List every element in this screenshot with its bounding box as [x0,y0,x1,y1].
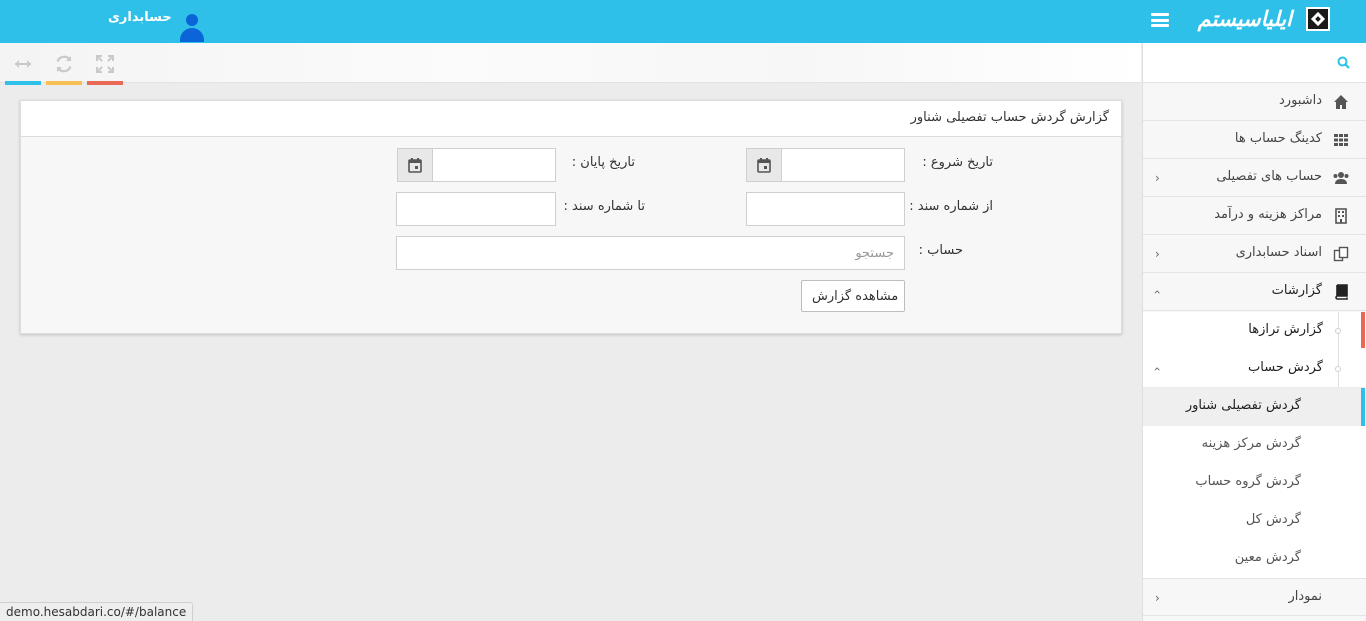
hamburger-line [1151,24,1169,27]
page-title: گزارش گردش حساب تفصیلی شناور [910,110,1109,125]
hamburger-line [1151,13,1169,16]
search-icon[interactable] [1337,56,1350,69]
menu-toggle-button[interactable] [1151,13,1169,27]
brand-logo[interactable]: ایلیاسیستم [1198,4,1330,38]
sidebar-item-accounting-docs[interactable]: اسناد حسابداری › [1143,235,1366,273]
chevron-left-icon: › [1155,591,1160,605]
expand-color-bar [87,81,123,85]
browser-status-url: demo.hesabdari.co/#/balance [0,602,194,621]
active-indicator [1361,388,1365,426]
sidebar-item-label: گردش تفصیلی شناور [1185,398,1301,413]
end-date-label: تاریخ پایان : [571,155,635,170]
chevron-left-icon: › [1155,247,1160,261]
start-date-label: تاریخ شروع : [922,155,993,170]
sidebar-item-general-turnover[interactable]: گردش کل [1143,502,1366,540]
sidebar-item-detailed-accounts[interactable]: حساب های تفصیلی › [1143,159,1366,197]
accent-indicator-red [1361,312,1365,348]
sidebar-item-floating-detailed-turnover[interactable]: گردش تفصیلی شناور [1143,388,1366,426]
sidebar-item-label: مراکز هزینه و درآمد [1214,207,1322,222]
sidebar-search-input[interactable] [1149,49,1329,77]
calendar-icon [408,158,422,173]
resize-button[interactable] [5,51,41,85]
from-doc-number-input[interactable] [746,192,905,226]
sidebar-item-account-group-turnover[interactable]: گردش گروه حساب [1143,464,1366,502]
brand-name: ایلیاسیستم [1197,6,1293,31]
sidebar-item-label: گزارش ترازها [1248,322,1323,337]
sidebar-item-balance-report[interactable]: گزارش ترازها [1143,312,1366,350]
sidebar-item-label: گزارشات [1271,283,1322,298]
resize-color-bar [5,81,41,85]
hamburger-line [1151,18,1169,22]
sidebar-item-account-turnover[interactable]: گردش حساب ‹ [1143,350,1366,388]
grid-icon [1334,134,1348,146]
refresh-color-bar [46,81,82,85]
sidebar-item-cost-center-turnover[interactable]: گردش مرکز هزینه [1143,426,1366,464]
sidebar-item-label: حساب های تفصیلی [1216,169,1322,184]
copy-icon [1333,246,1349,262]
reports-submenu: گزارش ترازها گردش حساب ‹ گردش تفصیلی شنا… [1143,312,1366,578]
users-icon [1333,172,1349,184]
sidebar-item-chart[interactable]: نمودار › [1143,578,1366,616]
user-avatar-icon[interactable] [179,14,205,42]
sidebar-item-reports[interactable]: گزارشات ‹ [1143,273,1366,311]
chevron-down-icon: ‹ [1150,289,1165,295]
account-search-input[interactable] [396,236,905,270]
calendar-icon [757,158,771,173]
sidebar-item-dashboard[interactable]: داشبورد [1143,83,1366,121]
sidebar-item-coding[interactable]: کدینگ حساب ها [1143,121,1366,159]
to-doc-number-input[interactable] [396,192,556,226]
report-panel: گزارش گردش حساب تفصیلی شناور تاریخ شروع … [20,100,1122,334]
chevron-down-icon: ‹ [1150,366,1165,372]
sidebar-item-label: کدینگ حساب ها [1234,131,1322,146]
expand-button[interactable] [87,51,123,85]
end-date-calendar-button[interactable] [397,148,433,182]
to-doc-number-label: تا شماره سند : [563,199,645,214]
chevron-left-icon: › [1155,171,1160,185]
resize-horizontal-icon [15,60,31,68]
refresh-button[interactable] [46,51,82,85]
user-name[interactable]: حسابداری [108,10,172,25]
avatar-body [180,28,204,42]
logo-mark-icon [1306,7,1330,31]
sidebar-item-label: گردش معین [1234,550,1301,565]
top-bar: ایلیاسیستم حسابداری [0,0,1366,43]
expand-icon [96,55,114,73]
book-icon [1335,284,1348,300]
home-icon [1334,95,1348,109]
panel-header: گزارش گردش حساب تفصیلی شناور [21,101,1121,137]
start-date-calendar-button[interactable] [746,148,782,182]
sidebar-item-label: اسناد حسابداری [1235,245,1322,260]
sidebar-search [1143,43,1366,83]
account-label: حساب : [918,243,963,258]
sidebar-item-label: گردش کل [1245,512,1301,527]
panel-toolbar [0,43,1141,85]
sidebar-item-subsidiary-turnover[interactable]: گردش معین [1143,540,1366,578]
sidebar-item-label: گردش مرکز هزینه [1201,436,1301,451]
start-date-input[interactable] [781,148,905,182]
avatar-head [186,14,198,26]
sidebar-item-label: نمودار [1288,589,1322,604]
sidebar-item-cost-centers[interactable]: مراکز هزینه و درآمد [1143,197,1366,235]
sidebar-item-label: گردش حساب [1248,360,1323,375]
sidebar-item-label: گردش گروه حساب [1195,474,1301,489]
refresh-icon [56,55,72,73]
from-doc-number-label: از شماره سند : [909,199,993,214]
sidebar: داشبورد کدینگ حساب ها حساب های تفصیلی › … [1142,43,1366,621]
building-icon [1335,208,1347,224]
sidebar-item-label: داشبورد [1279,93,1322,108]
end-date-input[interactable] [432,148,556,182]
view-report-button[interactable]: مشاهده گزارش [801,280,905,312]
